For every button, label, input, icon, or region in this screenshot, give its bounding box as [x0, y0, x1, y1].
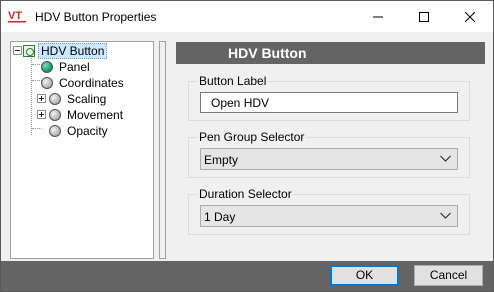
close-button[interactable] [447, 1, 493, 32]
maximize-button[interactable] [401, 1, 447, 32]
panel-splitter[interactable] [159, 41, 166, 259]
pen-group-selector-legend: Pen Group Selector [197, 130, 307, 144]
button-label-group: Button Label Open HDV [188, 74, 470, 121]
collapse-icon[interactable] [13, 46, 22, 55]
minimize-button[interactable] [355, 1, 401, 32]
gray-dot-icon [49, 93, 61, 105]
tree-item-hdv-button[interactable]: HDV Button [23, 43, 108, 59]
tree-item-movement[interactable]: Movement [49, 107, 125, 123]
gray-dot-icon [49, 109, 61, 121]
duration-selected-value: 1 Day [204, 210, 236, 224]
pen-group-selector-group: Pen Group Selector Empty [188, 130, 470, 178]
tree-item-label: HDV Button [38, 43, 108, 59]
tree-connector [32, 128, 42, 129]
tree-item-label: Opacity [67, 124, 108, 138]
button-label-input[interactable]: Open HDV [200, 92, 458, 113]
chevron-down-icon [440, 155, 451, 162]
duration-selector-group: Duration Selector 1 Day [188, 187, 470, 235]
title-bar[interactable]: VT HDV Button Properties [1, 1, 493, 32]
panel-header-title: HDV Button [228, 45, 307, 61]
properties-tree[interactable]: HDV Button Panel Coordinates Scaling Mov… [10, 41, 154, 259]
tree-connector [31, 56, 32, 135]
window-title: HDV Button Properties [35, 10, 157, 24]
button-label-legend: Button Label [197, 74, 269, 88]
tree-item-opacity[interactable]: Opacity [49, 123, 110, 139]
pen-group-select[interactable]: Empty [200, 148, 458, 170]
green-dot-icon [41, 61, 53, 73]
gray-dot-icon [49, 125, 61, 137]
duration-select[interactable]: 1 Day [200, 205, 458, 227]
expand-icon[interactable] [37, 94, 46, 103]
close-icon [465, 11, 475, 22]
panel-header: HDV Button [176, 42, 485, 64]
svg-text:VT: VT [8, 10, 22, 22]
maximize-icon [419, 11, 429, 22]
tree-item-label: Scaling [67, 92, 107, 106]
ok-button[interactable]: OK [330, 265, 399, 286]
pen-group-selected-value: Empty [204, 153, 239, 167]
expand-icon[interactable] [37, 110, 46, 119]
tree-item-label: Movement [67, 108, 124, 122]
tree-item-coordinates[interactable]: Coordinates [41, 75, 126, 91]
cancel-button[interactable]: Cancel [414, 265, 483, 286]
tree-item-panel[interactable]: Panel [41, 59, 92, 75]
properties-dialog: VT HDV Button Properties HDV Button Pane… [0, 0, 494, 292]
vt-logo-icon: VT [8, 10, 26, 23]
tree-item-label: Panel [59, 60, 90, 74]
duration-selector-legend: Duration Selector [197, 187, 294, 201]
chevron-down-icon [440, 212, 451, 219]
tree-item-scaling[interactable]: Scaling [49, 91, 108, 107]
gray-dot-icon [41, 77, 53, 89]
tree-item-label: Coordinates [59, 76, 124, 90]
hdv-button-icon [23, 45, 35, 57]
minimize-icon [373, 16, 383, 17]
